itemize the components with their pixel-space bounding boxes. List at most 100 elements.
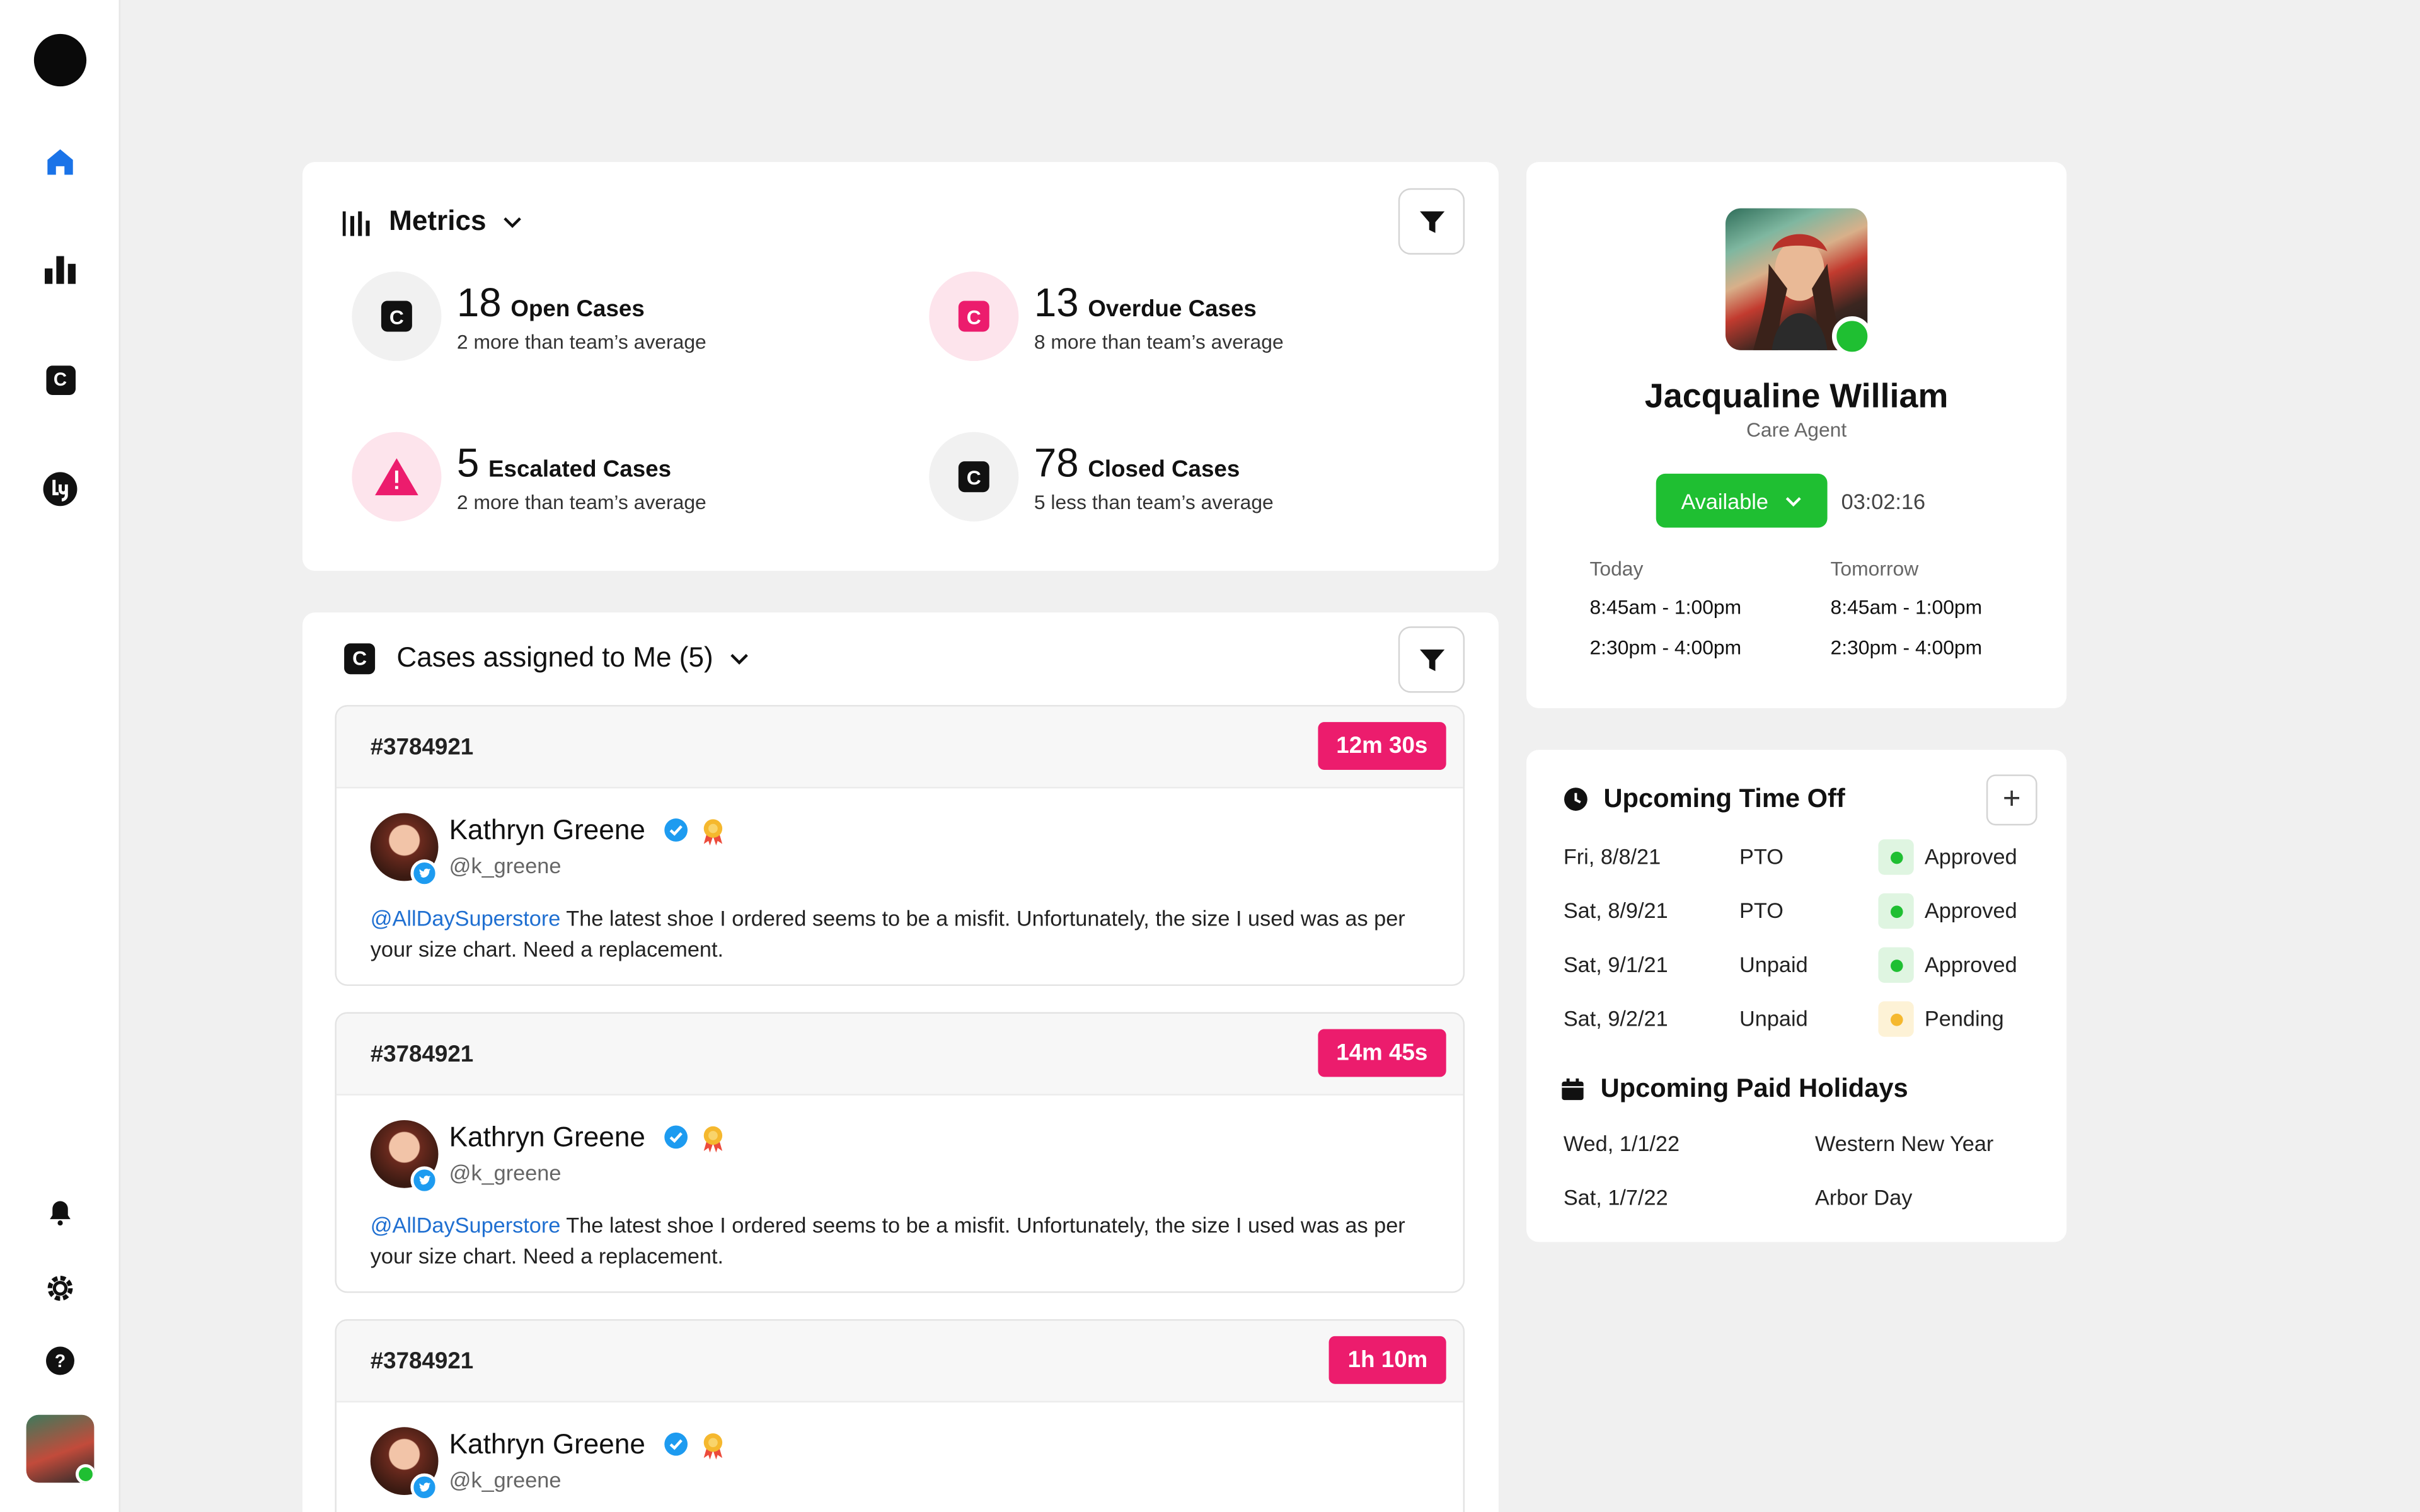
time-off-status: Approved xyxy=(1924,952,2017,977)
closed-cases-badge: C xyxy=(929,432,1019,522)
author-name-row: Kathryn Greene xyxy=(449,1429,726,1461)
status-timer: 03:02:16 xyxy=(1841,489,1926,514)
agent-profile-card: Jacqualine William Care Agent Available … xyxy=(1526,162,2067,709)
holidays-header: Upcoming Paid Holidays xyxy=(1560,1074,1908,1104)
metrics-filter-button[interactable] xyxy=(1398,188,1465,255)
online-status-dot xyxy=(76,1464,95,1483)
case-body: Kathryn Greene @k_greene @AllDaySupersto… xyxy=(337,1096,1463,1292)
gear-icon[interactable] xyxy=(42,1270,79,1307)
twitter-icon xyxy=(410,1473,439,1501)
metrics-dropdown[interactable]: Metrics xyxy=(342,205,524,238)
metric-label: Escalated Cases xyxy=(488,456,672,483)
author-handle: @k_greene xyxy=(449,1160,562,1185)
schedule-slot: 8:45am - 1:00pm xyxy=(1830,595,1983,619)
award-icon xyxy=(703,1432,723,1459)
help-icon[interactable]: ? xyxy=(42,1343,79,1380)
case-item[interactable]: #3784921 14m 45s Kathryn Greene @k_green… xyxy=(335,1012,1465,1293)
case-timer-badge: 14m 45s xyxy=(1317,1029,1446,1077)
cases-filter-button[interactable] xyxy=(1398,626,1465,693)
case-icon: C xyxy=(958,461,989,493)
metric-value: 13 xyxy=(1034,279,1079,326)
case-timer-badge: 1h 10m xyxy=(1329,1336,1446,1384)
filter-icon xyxy=(1419,210,1444,232)
chevron-down-icon xyxy=(1785,496,1801,506)
bell-icon[interactable] xyxy=(42,1194,79,1232)
author-name-row: Kathryn Greene xyxy=(449,1121,726,1154)
time-off-date: Sat, 9/2/21 xyxy=(1563,1005,1668,1031)
agent-name: Jacqualine William xyxy=(1644,376,1949,415)
bar-chart-icon[interactable] xyxy=(42,251,79,289)
agent-role: Care Agent xyxy=(1746,418,1847,442)
case-message: @AllDaySuperstore The latest shoe I orde… xyxy=(371,1210,1451,1271)
metric-label: Closed Cases xyxy=(1088,456,1240,483)
approved-status-icon xyxy=(1878,893,1914,929)
metric-escalated-cases: 5 Escalated Cases 2 more than team’s aver… xyxy=(352,432,706,522)
case-id: #3784921 xyxy=(370,1041,474,1068)
holiday-row: Wed, 1/1/22 Western New Year xyxy=(1564,1126,2042,1164)
available-status-dot xyxy=(1831,316,1872,357)
case-icon[interactable]: C xyxy=(42,361,79,398)
case-item[interactable]: #3784921 1h 10m Kathryn Greene @k_greene xyxy=(335,1319,1465,1512)
schedule-slot: 8:45am - 1:00pm xyxy=(1589,595,1742,619)
sidebar: C ? xyxy=(0,0,121,1512)
award-icon xyxy=(703,1125,723,1152)
availability-dropdown[interactable]: Available xyxy=(1656,473,1828,528)
approved-status-icon xyxy=(1878,839,1914,875)
author-name[interactable]: Kathryn Greene xyxy=(449,1429,645,1461)
availability-label: Available xyxy=(1681,488,1768,513)
author-handle: @k_greene xyxy=(449,1467,562,1492)
metric-overdue-cases: C 13 Overdue Cases 8 more than team’s ave… xyxy=(929,272,1284,362)
mention-link[interactable]: @AllDaySuperstore xyxy=(371,906,561,931)
metric-subtext: 2 more than team’s average xyxy=(456,490,706,514)
case-header: #3784921 14m 45s xyxy=(336,1013,1463,1096)
cases-dropdown[interactable]: C Cases assigned to Me (5) xyxy=(344,642,750,674)
time-off-date: Sat, 8/9/21 xyxy=(1563,898,1668,923)
user-avatar[interactable] xyxy=(26,1414,95,1483)
case-item[interactable]: #3784921 12m 30s Kathryn Greene @k_green… xyxy=(335,705,1465,986)
award-icon xyxy=(703,818,723,845)
open-cases-badge: C xyxy=(352,272,442,362)
overdue-cases-badge: C xyxy=(929,272,1019,362)
author-name[interactable]: Kathryn Greene xyxy=(449,1121,645,1154)
time-off-status: Pending xyxy=(1924,1005,2004,1031)
time-off-type: PTO xyxy=(1739,844,1783,869)
holidays-title: Upcoming Paid Holidays xyxy=(1600,1074,1908,1104)
metrics-title: Metrics xyxy=(389,205,487,236)
verified-icon xyxy=(664,1431,688,1455)
metric-value: 5 xyxy=(456,439,480,486)
holiday-date: Wed, 1/1/22 xyxy=(1563,1131,1680,1156)
time-off-title: Upcoming Time Off xyxy=(1603,784,1845,813)
schedule-tomorrow: Tomorrow 8:45am - 1:00pm 2:30pm - 4:00pm xyxy=(1830,557,1982,676)
warning-icon xyxy=(375,458,418,496)
case-body: Kathryn Greene @k_greene xyxy=(337,1402,1463,1512)
app-logo[interactable] xyxy=(33,33,87,87)
twitter-icon xyxy=(410,859,439,888)
time-off-row: Sat, 8/9/21 PTO Approved xyxy=(1564,893,2042,931)
metric-open-cases: C 18 Open Cases 2 more than team’s averag… xyxy=(352,272,706,362)
time-off-status: Approved xyxy=(1924,844,2017,869)
mention-link[interactable]: @AllDaySuperstore xyxy=(371,1213,561,1237)
metric-closed-cases: C 78 Closed Cases 5 less than team’s aver… xyxy=(929,432,1274,522)
author-name[interactable]: Kathryn Greene xyxy=(449,815,645,847)
twitter-icon xyxy=(410,1166,439,1194)
time-off-row: Sat, 9/1/21 Unpaid Approved xyxy=(1564,947,2042,985)
time-off-row: Sat, 9/2/21 Unpaid Pending xyxy=(1564,1001,2042,1038)
author-name-row: Kathryn Greene xyxy=(449,815,726,847)
case-icon: C xyxy=(344,643,376,673)
chevron-down-icon xyxy=(730,653,749,664)
verified-icon xyxy=(664,1125,688,1148)
pending-status-icon xyxy=(1878,1001,1914,1037)
brand-icon[interactable] xyxy=(42,471,79,508)
case-icon: C xyxy=(381,301,412,332)
holiday-date: Sat, 1/7/22 xyxy=(1563,1184,1668,1210)
metric-label: Open Cases xyxy=(510,296,645,323)
time-off-type: PTO xyxy=(1739,898,1783,923)
schedule-slot: 2:30pm - 4:00pm xyxy=(1589,635,1742,659)
add-time-off-button[interactable]: + xyxy=(1986,774,2037,826)
schedule-today: Today 8:45am - 1:00pm 2:30pm - 4:00pm xyxy=(1589,557,1741,676)
schedule-tomorrow-label: Tomorrow xyxy=(1830,557,1919,580)
case-header: #3784921 12m 30s xyxy=(336,706,1463,789)
home-icon[interactable] xyxy=(42,144,79,181)
case-id: #3784921 xyxy=(370,1348,474,1375)
filter-icon xyxy=(1419,648,1444,671)
